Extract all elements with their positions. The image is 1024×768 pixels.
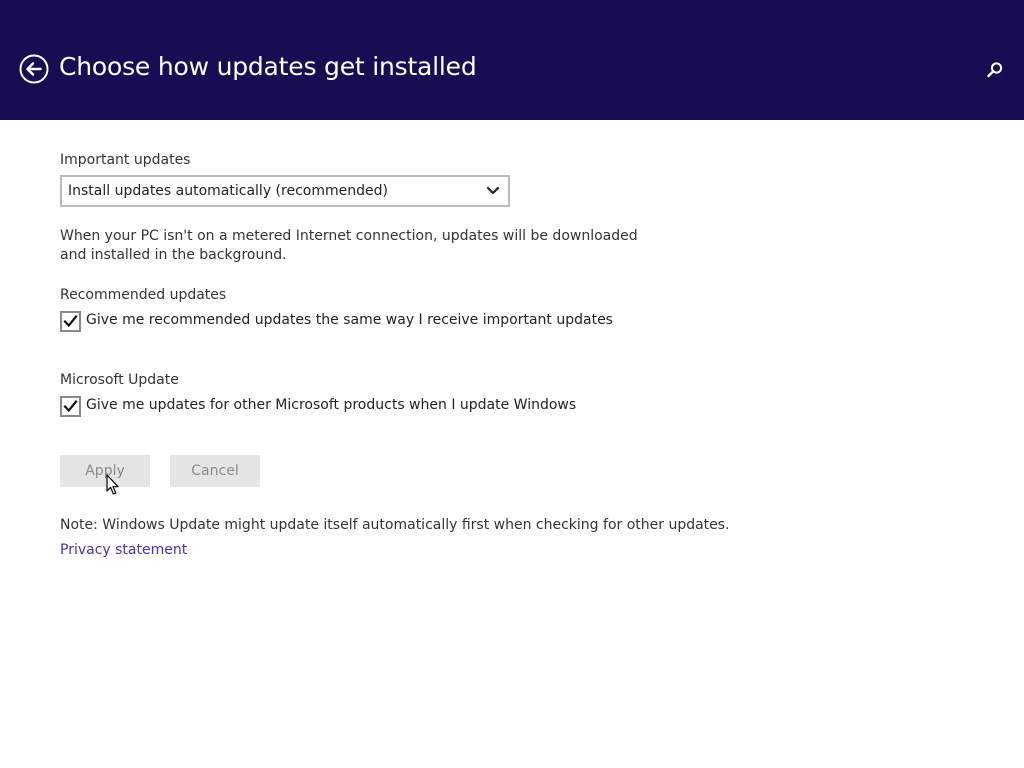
dropdown-selected-value: Install updates automatically (recommend… <box>68 183 388 199</box>
search-button[interactable] <box>985 60 1005 80</box>
microsoft-update-checkbox[interactable] <box>60 396 81 417</box>
privacy-statement-link[interactable]: Privacy statement <box>60 542 187 558</box>
recommended-updates-label: Recommended updates <box>60 287 227 303</box>
back-arrow-circle-icon <box>19 54 49 84</box>
microsoft-update-label: Microsoft Update <box>60 372 179 388</box>
recommended-updates-checkbox-label[interactable]: Give me recommended updates the same way… <box>86 312 613 328</box>
recommended-updates-checkbox[interactable] <box>60 311 81 332</box>
back-button[interactable] <box>19 54 49 84</box>
page-header: Choose how updates get installed <box>0 0 1024 120</box>
apply-button[interactable]: Apply <box>60 455 150 487</box>
important-updates-description: When your PC isn't on a metered Internet… <box>60 228 638 263</box>
microsoft-update-checkbox-label[interactable]: Give me updates for other Microsoft prod… <box>86 397 576 413</box>
chevron-down-icon <box>486 186 500 195</box>
update-note: Note: Windows Update might update itself… <box>60 517 730 533</box>
important-updates-dropdown[interactable]: Install updates automatically (recommend… <box>60 175 510 207</box>
cancel-button[interactable]: Cancel <box>170 455 260 487</box>
search-icon <box>987 62 1003 78</box>
page-title: Choose how updates get installed <box>59 52 477 81</box>
checkmark-icon <box>63 399 78 413</box>
checkmark-icon <box>63 314 78 328</box>
important-updates-label: Important updates <box>60 152 191 168</box>
